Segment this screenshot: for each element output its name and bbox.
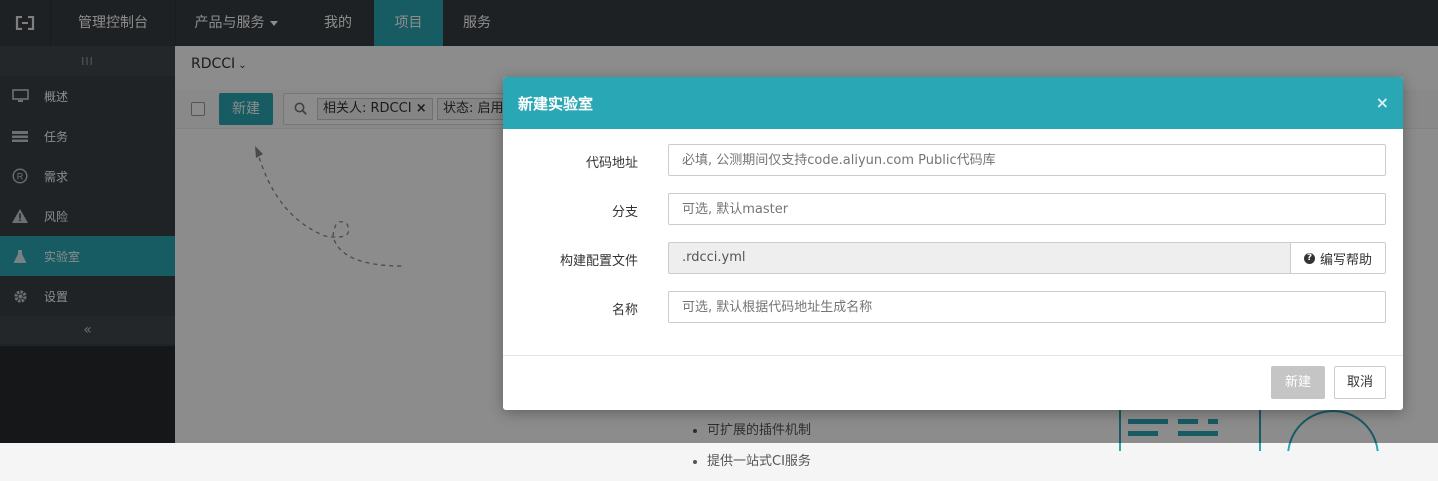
config-file-field: .rdcci.yml [668,242,1291,274]
name-input[interactable] [668,291,1386,323]
form-row-name: 名称 [503,291,1403,325]
form-row-config: 构建配置文件 .rdcci.yml ? 编写帮助 [503,242,1403,276]
config-label: 构建配置文件 [559,254,638,269]
form-row-branch: 分支 [503,193,1403,227]
dialog-title: 新建实验室 [518,95,594,113]
help-label: 编写帮助 [1319,252,1372,268]
create-button[interactable]: 新建 [1271,366,1325,399]
dialog-header: 新建实验室 × [503,77,1403,129]
branch-label: 分支 [611,205,638,220]
form-row-repo: 代码地址 [503,144,1403,178]
write-help-button[interactable]: ? 编写帮助 [1290,242,1386,274]
branch-input[interactable] [668,193,1386,225]
question-icon: ? [1303,252,1315,264]
repo-url-input[interactable] [668,144,1386,176]
close-icon[interactable]: × [1376,93,1389,112]
dialog-footer: 新建 取消 [503,355,1403,410]
new-lab-dialog: 新建实验室 × 代码地址 分支 构建配置文件 .rdcci.yml ? 编写帮助… [503,77,1403,410]
repo-label: 代码地址 [585,156,638,171]
cancel-button[interactable]: 取消 [1334,366,1386,399]
feature-item: 提供一站式CI服务 [707,450,811,469]
name-label: 名称 [611,303,638,318]
